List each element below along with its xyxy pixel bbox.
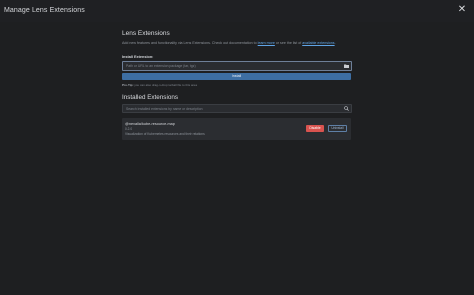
description: Add new features and functionality via L… [122, 41, 362, 45]
search-icon [344, 106, 349, 111]
search-placeholder: Search installed extensions by name or d… [126, 106, 203, 111]
extension-description: Visualization of Kubernetes resources an… [125, 132, 205, 136]
install-extension-label: Install Extension: [122, 55, 154, 59]
description-text: Add new features and functionality via L… [122, 41, 258, 45]
folder-icon[interactable] [344, 64, 349, 68]
install-button[interactable]: Install [122, 73, 351, 80]
extension-path-input[interactable]: Path or URL to an extension package (tar… [122, 61, 352, 71]
extension-card: @nevalla/kube-resource-map 0.2.0 Visuali… [122, 118, 351, 140]
extensions-panel: Lens Extensions Add new features and fun… [122, 30, 352, 140]
search-input[interactable]: Search installed extensions by name or d… [122, 104, 352, 113]
installed-extensions-heading: Installed Extensions [122, 94, 179, 101]
page-title: Lens Extensions [122, 30, 170, 37]
window-header: Manage Lens Extensions ✕ [0, 0, 474, 22]
uninstall-button[interactable]: Uninstall [328, 125, 347, 132]
pro-tip-label: Pro-Tip: [122, 83, 134, 87]
extension-version: 0.2.0 [125, 127, 133, 131]
disable-button[interactable]: Disable [306, 125, 324, 132]
pro-tip-text: you can also drag-n-drop tarball file to… [133, 83, 197, 87]
available-extensions-link[interactable]: available extensions [302, 41, 334, 45]
close-icon[interactable]: ✕ [457, 5, 467, 15]
extension-path-placeholder: Path or URL to an extension package (tar… [126, 64, 196, 68]
extension-name: @nevalla/kube-resource-map [125, 122, 175, 126]
window-title: Manage Lens Extensions [4, 7, 85, 14]
description-text-mid: or see the list of [274, 41, 303, 45]
pro-tip: Pro-Tip: you can also drag-n-drop tarbal… [122, 83, 197, 87]
learn-more-link[interactable]: learn more [258, 41, 275, 45]
description-text-end: . [334, 41, 336, 45]
